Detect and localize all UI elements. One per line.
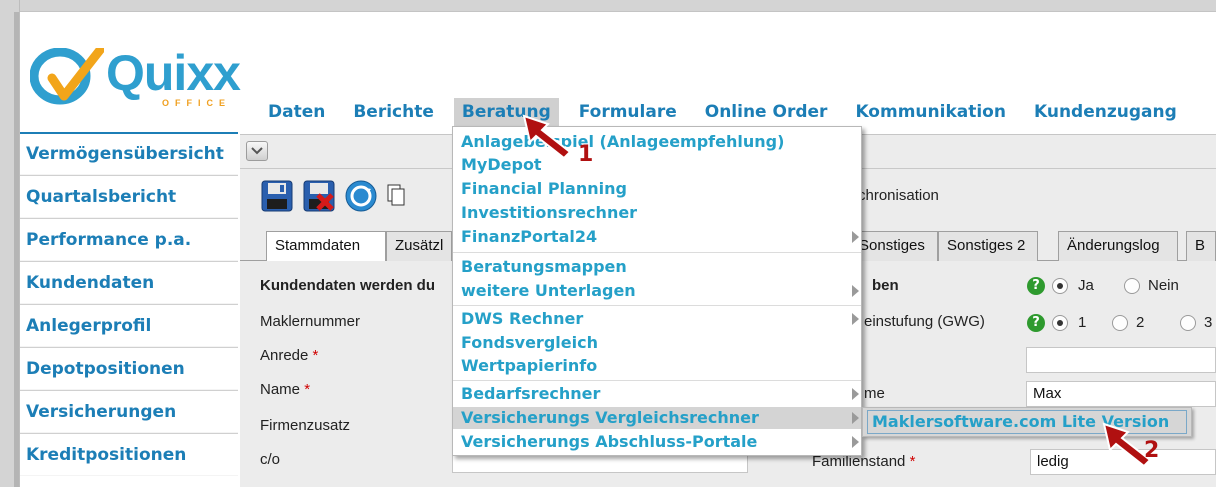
tab-stammdaten[interactable]: Stammdaten <box>266 231 386 262</box>
nav-kundenzugang[interactable]: Kundenzugang <box>1026 98 1185 126</box>
radio-3-label: 3 <box>1204 314 1213 331</box>
radio-nein-label: Nein <box>1148 277 1179 294</box>
help-icon[interactable]: ? <box>1027 277 1045 295</box>
submenu-arrow-icon <box>852 313 859 325</box>
callout-number-1: 1 <box>578 142 594 167</box>
nav-online-order[interactable]: Online Order <box>697 98 836 126</box>
save-icon <box>261 180 293 212</box>
tab-b[interactable]: B <box>1186 231 1216 261</box>
menu-fondsvergleich[interactable]: Fondsvergleich <box>453 332 861 354</box>
nav-kommunikation[interactable]: Kommunikation <box>847 98 1014 126</box>
menu-versicherungs-abschluss-portale[interactable]: Versicherungs Abschluss-Portale <box>453 431 861 453</box>
nav-berichte[interactable]: Berichte <box>345 98 442 126</box>
callout-number-2: 2 <box>1144 438 1160 463</box>
right-header: ben <box>872 277 899 294</box>
tab-aenderungslog[interactable]: Änderungslog <box>1058 231 1178 261</box>
radio-3[interactable] <box>1180 315 1196 331</box>
tab-zusaetzliche[interactable]: Zusätzl <box>386 231 452 261</box>
radio-1[interactable] <box>1052 315 1068 331</box>
copy-button[interactable] <box>386 179 406 213</box>
save-button[interactable] <box>260 179 294 213</box>
nav-daten[interactable]: Daten <box>262 98 333 126</box>
form-header: Kundendaten werden du <box>260 277 436 294</box>
label-name: Name * <box>260 381 311 398</box>
sidebar-item-anlegerprofil[interactable]: Anlegerprofil <box>20 304 238 347</box>
radio-nein[interactable] <box>1124 278 1140 294</box>
window-left-border <box>0 0 20 487</box>
menu-finanzportal24[interactable]: FinanzPortal24 <box>453 226 861 248</box>
beratung-dropdown: Anlagebeispiel (Anlageempfehlung) MyDepo… <box>452 126 862 456</box>
menu-versicherungs-vergleichsrechner[interactable]: Versicherungs Vergleichsrechner <box>453 407 861 429</box>
tab-sonstiges-2[interactable]: Sonstiges 2 <box>938 231 1038 261</box>
submenu-arrow-icon <box>852 412 859 424</box>
menu-wertpapierinfo[interactable]: Wertpapierinfo <box>453 355 861 377</box>
label-co: c/o <box>260 451 281 468</box>
sync-button[interactable] <box>344 179 378 213</box>
label-maklernummer: Maklernummer <box>260 313 361 330</box>
submenu-arrow-icon <box>852 388 859 400</box>
logo-wordmark: Quixx <box>106 45 241 101</box>
sidebar-item-vermoegensuebersicht[interactable]: Vermögensübersicht <box>20 132 238 175</box>
sync-label: chronisation <box>858 187 939 204</box>
menu-bedarfsrechner[interactable]: Bedarfsrechner <box>453 383 861 405</box>
submenu-arrow-icon <box>852 436 859 448</box>
tab-sonstiges[interactable]: Sonstiges <box>852 231 938 261</box>
radio-1-label: 1 <box>1078 314 1087 331</box>
menu-financial-planning[interactable]: Financial Planning <box>453 178 861 200</box>
sidebar: Vermögensübersicht Quartalsbericht Perfo… <box>20 132 238 476</box>
radio-ja[interactable] <box>1052 278 1068 294</box>
label-firmenzusatz: Firmenzusatz <box>260 417 351 434</box>
radio-2-label: 2 <box>1136 314 1145 331</box>
sidebar-item-depotpositionen[interactable]: Depotpositionen <box>20 347 238 390</box>
label-anrede: Anrede * <box>260 347 319 364</box>
menu-weitere-unterlagen[interactable]: weitere Unterlagen <box>453 280 861 302</box>
menu-mydepot[interactable]: MyDepot <box>453 154 861 176</box>
radio-ja-label: Ja <box>1078 277 1094 294</box>
menu-investitionsrechner[interactable]: Investitionsrechner <box>453 202 861 224</box>
radio-2[interactable] <box>1112 315 1128 331</box>
menu-beratungsmappen[interactable]: Beratungsmappen <box>453 256 861 278</box>
sidebar-item-versicherungen[interactable]: Versicherungen <box>20 390 238 433</box>
sidebar-item-performance[interactable]: Performance p.a. <box>20 218 238 261</box>
vorname-input[interactable]: Max <box>1026 381 1216 407</box>
sync-icon <box>345 180 377 212</box>
sidebar-item-kundendaten[interactable]: Kundendaten <box>20 261 238 304</box>
sidebar-item-kreditpositionen[interactable]: Kreditpositionen <box>20 433 238 476</box>
delete-save-icon <box>303 180 335 212</box>
submenu-arrow-icon <box>852 231 859 243</box>
callout-arrow-1: 1 <box>518 112 598 172</box>
submenu-arrow-icon <box>852 285 859 297</box>
quixx-logo[interactable]: Quixx OFFICE <box>30 45 241 118</box>
menu-dws-rechner[interactable]: DWS Rechner <box>453 308 861 330</box>
menu-anlagebeispiel[interactable]: Anlagebeispiel (Anlageempfehlung) <box>453 131 861 153</box>
callout-arrow-2: 2 <box>1098 420 1178 480</box>
label-vorname: me <box>864 385 885 402</box>
discard-button[interactable] <box>302 179 336 213</box>
copy-icon <box>387 184 405 206</box>
sidebar-item-quartalsbericht[interactable]: Quartalsbericht <box>20 175 238 218</box>
window-top-border <box>0 0 1216 12</box>
logo-subtitle: OFFICE <box>162 98 231 108</box>
collapse-button[interactable] <box>246 141 268 161</box>
red-arrow-icon <box>522 114 572 160</box>
help-icon[interactable]: ? <box>1027 314 1045 332</box>
label-einstufung: einstufung (GWG) <box>864 313 985 330</box>
quixx-q-icon <box>30 48 104 105</box>
top-navigation: Daten Berichte Beratung Formulare Online… <box>262 98 1197 126</box>
empty-input[interactable] <box>1026 347 1216 373</box>
chevron-down-icon <box>251 147 263 155</box>
